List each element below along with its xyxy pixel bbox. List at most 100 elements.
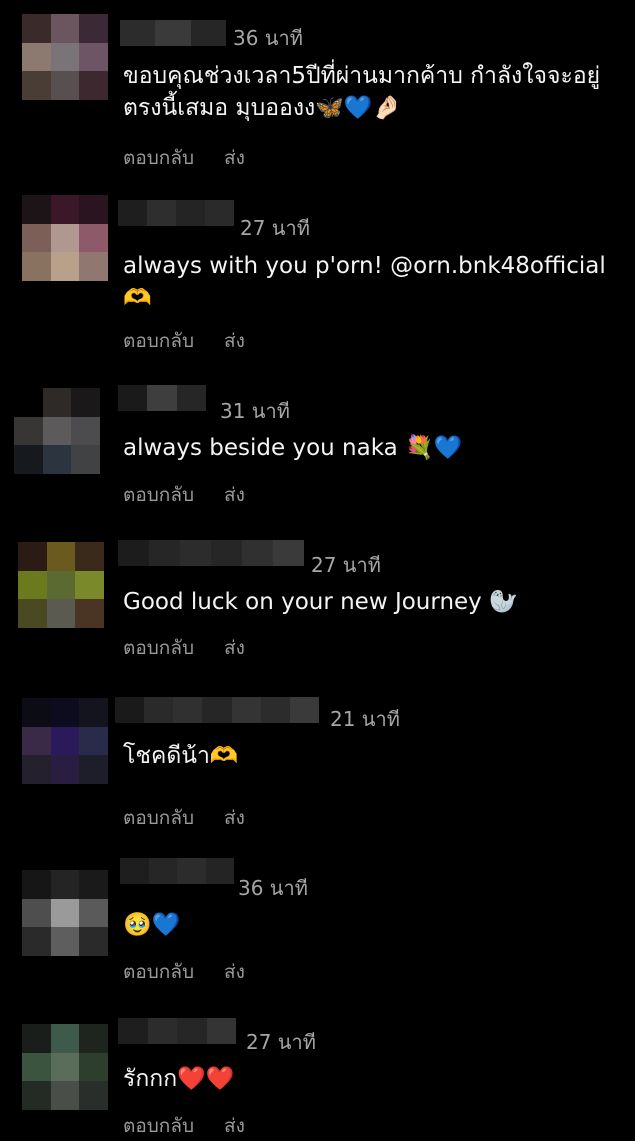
avatar-pixel [46,542,76,571]
avatar-pixel [22,755,51,784]
avatar-pixel [22,898,51,928]
send-button[interactable]: ส่ง [224,1115,245,1137]
comment-actions: ตอบกลับ ส่ง [123,480,245,510]
avatar-pixel [79,252,108,281]
avatar[interactable] [14,388,100,474]
comment-text: รักกก❤️❤️ [123,1066,235,1092]
avatar-pixel [71,388,100,417]
avatar-pixel [79,14,108,43]
comment-text: โชคดีน้า🫶 [123,743,239,769]
avatar-pixel [79,870,108,899]
username-blurred[interactable] [120,858,234,884]
avatar-pixel [46,570,76,600]
avatar-pixel [22,42,51,72]
avatar-pixel [71,416,100,446]
send-button[interactable]: ส่ง [224,330,245,352]
avatar-pixel [22,223,51,253]
avatar-pixel [50,898,80,928]
username-blurred[interactable] [118,385,206,411]
avatar-pixel [79,223,108,253]
avatar-pixel [50,42,80,72]
avatar-pixel [79,71,108,100]
avatar-pixel [22,1024,51,1053]
reply-button[interactable]: ตอบกลับ [123,330,194,352]
avatar-pixel [22,14,51,43]
avatar[interactable] [18,542,104,628]
send-button[interactable]: ส่ง [224,147,245,169]
avatar-pixel [50,698,80,727]
reply-button[interactable]: ตอบกลับ [123,637,194,659]
avatar-pixel [22,927,51,956]
avatar-pixel [79,927,108,956]
avatar-pixel [50,223,80,253]
avatar-pixel [79,698,108,727]
timestamp: 27 นาที [240,216,310,240]
avatar-pixel [50,1052,80,1082]
avatar-pixel [50,195,80,224]
avatar[interactable] [22,870,108,956]
avatar-pixel [50,1024,80,1053]
comment-text: Good luck on your new Journey 🦭 [123,589,518,615]
avatar-pixel [18,542,47,571]
send-button[interactable]: ส่ง [224,484,245,506]
avatar-pixel [50,71,80,100]
avatar[interactable] [22,1024,108,1110]
avatar-pixel [42,416,72,446]
avatar-pixel [79,1052,108,1082]
avatar-pixel [14,445,43,474]
timestamp: 27 นาที [311,553,381,577]
comment-actions: ตอบกลับ ส่ง [123,803,245,833]
avatar-pixel [22,698,51,727]
reply-button[interactable]: ตอบกลับ [123,1115,194,1137]
avatar-pixel [22,71,51,100]
avatar-pixel [46,599,76,628]
avatar-pixel [22,726,51,756]
username-blurred[interactable] [118,1018,236,1044]
avatar-pixel [22,195,51,224]
timestamp: 31 นาที [220,399,290,423]
avatar-pixel [50,1081,80,1110]
avatar-pixel [75,599,104,628]
avatar-pixel [50,755,80,784]
avatar-pixel [50,870,80,899]
avatar[interactable] [22,698,108,784]
username-blurred[interactable] [118,200,234,226]
comment-actions: ตอบกลับ ส่ง [123,633,245,663]
avatar-pixel [18,570,47,600]
avatar-pixel [22,870,51,899]
reply-button[interactable]: ตอบกลับ [123,484,194,506]
avatar-pixel [22,252,51,281]
comment-text: always with you p'orn! @orn.bnk48officia… [123,253,606,311]
comment-text: always beside you naka 💐💙 [123,435,463,461]
avatar-pixel [50,927,80,956]
avatar-pixel [42,388,72,417]
send-button[interactable]: ส่ง [224,807,245,829]
username-blurred[interactable] [120,20,226,46]
avatar-pixel [79,195,108,224]
send-button[interactable]: ส่ง [224,637,245,659]
avatar[interactable] [22,195,108,281]
comment-actions: ตอบกลับ ส่ง [123,326,245,356]
send-button[interactable]: ส่ง [224,961,245,983]
avatar-pixel [75,542,104,571]
avatar-pixel [79,1024,108,1053]
reply-button[interactable]: ตอบกลับ [123,147,194,169]
avatar[interactable] [22,14,108,100]
avatar-pixel [22,1081,51,1110]
avatar-pixel [14,388,43,417]
avatar-pixel [79,898,108,928]
comment-text: ขอบคุณช่วงเวลา5ปีที่ผ่านมากค้าบ กำลังใจจ… [123,63,601,121]
comment-actions: ตอบกลับ ส่ง [123,1111,245,1141]
timestamp: 27 นาที [246,1030,316,1054]
reply-button[interactable]: ตอบกลับ [123,961,194,983]
timestamp: 21 นาที [330,707,400,731]
avatar-pixel [71,445,100,474]
avatar-pixel [79,755,108,784]
username-blurred[interactable] [115,697,319,723]
reply-button[interactable]: ตอบกลับ [123,807,194,829]
avatar-pixel [50,726,80,756]
avatar-pixel [22,1052,51,1082]
avatar-pixel [79,1081,108,1110]
timestamp: 36 นาที [238,876,308,900]
username-blurred[interactable] [118,540,304,566]
